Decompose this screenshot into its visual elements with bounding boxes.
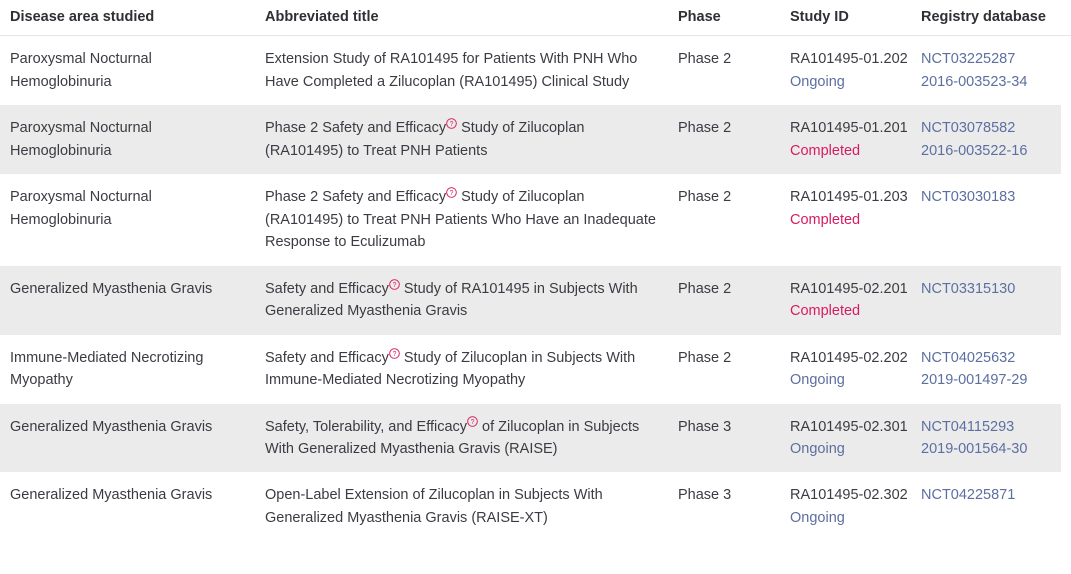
cell-disease-area: Generalized Myasthenia Gravis [0,403,265,473]
status-badge: Completed [790,142,861,159]
registry-link[interactable]: NCT03078582 [921,117,1055,139]
study-code: RA101495-02.202 [790,349,908,366]
question-circle-icon[interactable]: ? [446,186,457,198]
column-header-disease: Disease area studied [0,0,265,37]
cell-gutter [1061,472,1071,542]
registry-link[interactable]: 2016-003523-34 [921,71,1055,93]
question-circle-icon[interactable]: ? [389,278,400,290]
cell-disease-area: Immune-Mediated Necrotizing Myopathy [0,334,265,404]
registry-link[interactable]: NCT04025632 [921,347,1055,369]
question-circle-icon[interactable]: ? [446,118,457,130]
registry-link[interactable]: NCT03030183 [921,186,1055,208]
cell-phase: Phase 3 [678,403,790,473]
study-code: RA101495-02.201 [790,280,908,297]
cell-gutter [1061,105,1071,175]
table-header-row: Disease area studied Abbreviated title P… [0,0,1071,37]
cell-study-id: RA101495-01.203 Completed [790,174,921,266]
table-row: Generalized Myasthenia Gravis Safety, Tol… [0,403,1071,473]
cell-gutter [1061,35,1071,106]
study-code: RA101495-01.201 [790,120,908,137]
cell-gutter [1061,334,1071,404]
svg-text:?: ? [471,419,475,426]
cell-registry-database: NCT03225287 2016-003523-34 [921,35,1061,106]
cell-registry-database: NCT04225871 [921,472,1061,542]
cell-phase: Phase 3 [678,472,790,542]
registry-link[interactable]: NCT04225871 [921,484,1055,506]
table-row: Paroxysmal Nocturnal Hemoglobinuria Phase… [0,174,1071,266]
question-circle-icon[interactable]: ? [467,416,478,428]
status-badge: Completed [790,303,861,320]
cell-registry-database: NCT04025632 2019-001497-29 [921,334,1061,404]
registry-link[interactable]: 2019-001564-30 [921,438,1055,460]
cell-abbreviated-title: Extension Study of RA101495 for Patients… [265,35,678,106]
cell-disease-area: Paroxysmal Nocturnal Hemoglobinuria [0,35,265,106]
column-header-gutter [1061,0,1071,37]
study-code: RA101495-01.203 [790,189,908,206]
registry-link[interactable]: NCT03315130 [921,278,1055,300]
cell-abbreviated-title: Open-Label Extension of Zilucoplan in Su… [265,472,678,542]
cell-study-id: RA101495-01.202 Ongoing [790,35,921,106]
registry-link[interactable]: 2019-001497-29 [921,369,1055,391]
cell-registry-database: NCT03315130 [921,265,1061,335]
cell-registry-database: NCT03078582 2016-003522-16 [921,105,1061,175]
column-header-phase: Phase [678,0,790,37]
cell-disease-area: Generalized Myasthenia Gravis [0,472,265,542]
svg-text:?: ? [392,350,396,357]
cell-disease-area: Generalized Myasthenia Gravis [0,265,265,335]
table-row: Immune-Mediated Necrotizing Myopathy Safe… [0,334,1071,404]
table-body: Paroxysmal Nocturnal Hemoglobinuria Exten… [0,35,1071,542]
study-code: RA101495-02.302 [790,487,908,504]
table-row: Paroxysmal Nocturnal Hemoglobinuria Phase… [0,105,1071,175]
status-badge: Ongoing [790,73,845,90]
status-badge: Ongoing [790,509,845,526]
cell-study-id: RA101495-01.201 Completed [790,105,921,175]
svg-text:?: ? [450,190,454,197]
cell-abbreviated-title: Phase 2 Safety and Efficacy? Study of Zi… [265,174,678,266]
cell-abbreviated-title: Safety, Tolerability, and Efficacy? of Z… [265,403,678,473]
cell-registry-database: NCT04115293 2019-001564-30 [921,403,1061,473]
registry-link[interactable]: NCT03225287 [921,48,1055,70]
status-badge: Ongoing [790,372,845,389]
cell-abbreviated-title: Safety and Efficacy? Study of RA101495 i… [265,265,678,335]
cell-disease-area: Paroxysmal Nocturnal Hemoglobinuria [0,105,265,175]
cell-phase: Phase 2 [678,174,790,266]
svg-text:?: ? [450,121,454,128]
question-circle-icon[interactable]: ? [389,347,400,359]
cell-study-id: RA101495-02.202 Ongoing [790,334,921,404]
cell-phase: Phase 2 [678,35,790,106]
registry-link[interactable]: 2016-003522-16 [921,140,1055,162]
column-header-registry: Registry database [921,0,1061,37]
cell-study-id: RA101495-02.201 Completed [790,265,921,335]
status-badge: Completed [790,211,861,228]
cell-phase: Phase 2 [678,334,790,404]
cell-disease-area: Paroxysmal Nocturnal Hemoglobinuria [0,174,265,266]
table-row: Generalized Myasthenia Gravis Safety and … [0,265,1071,335]
cell-gutter [1061,403,1071,473]
study-code: RA101495-02.301 [790,418,908,435]
table-header: Disease area studied Abbreviated title P… [0,0,1071,37]
cell-gutter [1061,265,1071,335]
study-code: RA101495-01.202 [790,51,908,68]
registry-link[interactable]: NCT04115293 [921,416,1055,438]
cell-gutter [1061,174,1071,266]
column-header-title: Abbreviated title [265,0,678,37]
cell-study-id: RA101495-02.301 Ongoing [790,403,921,473]
cell-study-id: RA101495-02.302 Ongoing [790,472,921,542]
cell-abbreviated-title: Safety and Efficacy? Study of Zilucoplan… [265,334,678,404]
cell-phase: Phase 2 [678,105,790,175]
clinical-studies-table: Disease area studied Abbreviated title P… [0,0,1071,542]
table-row: Paroxysmal Nocturnal Hemoglobinuria Exten… [0,35,1071,106]
column-header-study-id: Study ID [790,0,921,37]
svg-text:?: ? [392,282,396,289]
table-row: Generalized Myasthenia Gravis Open-Label … [0,472,1071,542]
cell-phase: Phase 2 [678,265,790,335]
status-badge: Ongoing [790,441,845,458]
cell-abbreviated-title: Phase 2 Safety and Efficacy? Study of Zi… [265,105,678,175]
cell-registry-database: NCT03030183 [921,174,1061,266]
